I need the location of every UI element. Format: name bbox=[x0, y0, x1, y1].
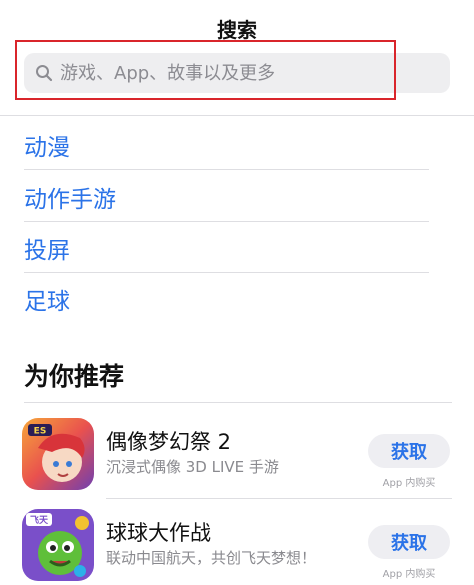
suggestion-item-action-games[interactable]: 动作手游 bbox=[24, 171, 429, 222]
app-icon-ensemble-stars[interactable]: ES bbox=[22, 418, 94, 490]
header-divider bbox=[0, 115, 474, 116]
app-subtitle: 沉浸式偶像 3D LIVE 手游 bbox=[106, 458, 279, 476]
app-subtitle: 联动中国航天，共创飞天梦想！ bbox=[106, 549, 317, 567]
section-divider bbox=[24, 402, 452, 403]
app-name[interactable]: 球球大作战 bbox=[106, 517, 211, 547]
search-highlight-box bbox=[15, 40, 396, 100]
app-row-battle-of-balls[interactable]: 飞天 球球大作战 联动中国航天，共创飞天梦想！ 获取 App 内购买 bbox=[22, 509, 452, 585]
page-title: 搜索 bbox=[217, 18, 257, 42]
app-row-divider bbox=[106, 498, 452, 499]
suggestion-divider bbox=[24, 169, 429, 170]
app-row-ensemble-stars[interactable]: ES 偶像梦幻祭 2 沉浸式偶像 3D LIVE 手游 获取 App 内购买 bbox=[22, 418, 452, 498]
suggestion-item-anime[interactable]: 动漫 bbox=[24, 119, 429, 170]
svg-text:ES: ES bbox=[34, 427, 47, 437]
get-button[interactable]: 获取 bbox=[368, 525, 450, 559]
in-app-purchase-note: App 内购买 bbox=[382, 478, 436, 489]
recommended-section-title: 为你推荐 bbox=[24, 362, 125, 391]
suggestion-item-football[interactable]: 足球 bbox=[24, 273, 429, 324]
suggestion-item-screen-cast[interactable]: 投屏 bbox=[24, 222, 429, 273]
svg-text:飞天: 飞天 bbox=[30, 515, 49, 526]
app-name[interactable]: 偶像梦幻祭 2 bbox=[106, 426, 231, 456]
get-button[interactable]: 获取 bbox=[368, 434, 450, 468]
in-app-purchase-note: App 内购买 bbox=[382, 569, 436, 580]
app-store-search-page: 搜索 动漫 动作手游 投屏 足球 为你推荐 bbox=[0, 0, 474, 585]
app-icon-battle-of-balls[interactable]: 飞天 bbox=[22, 509, 94, 581]
